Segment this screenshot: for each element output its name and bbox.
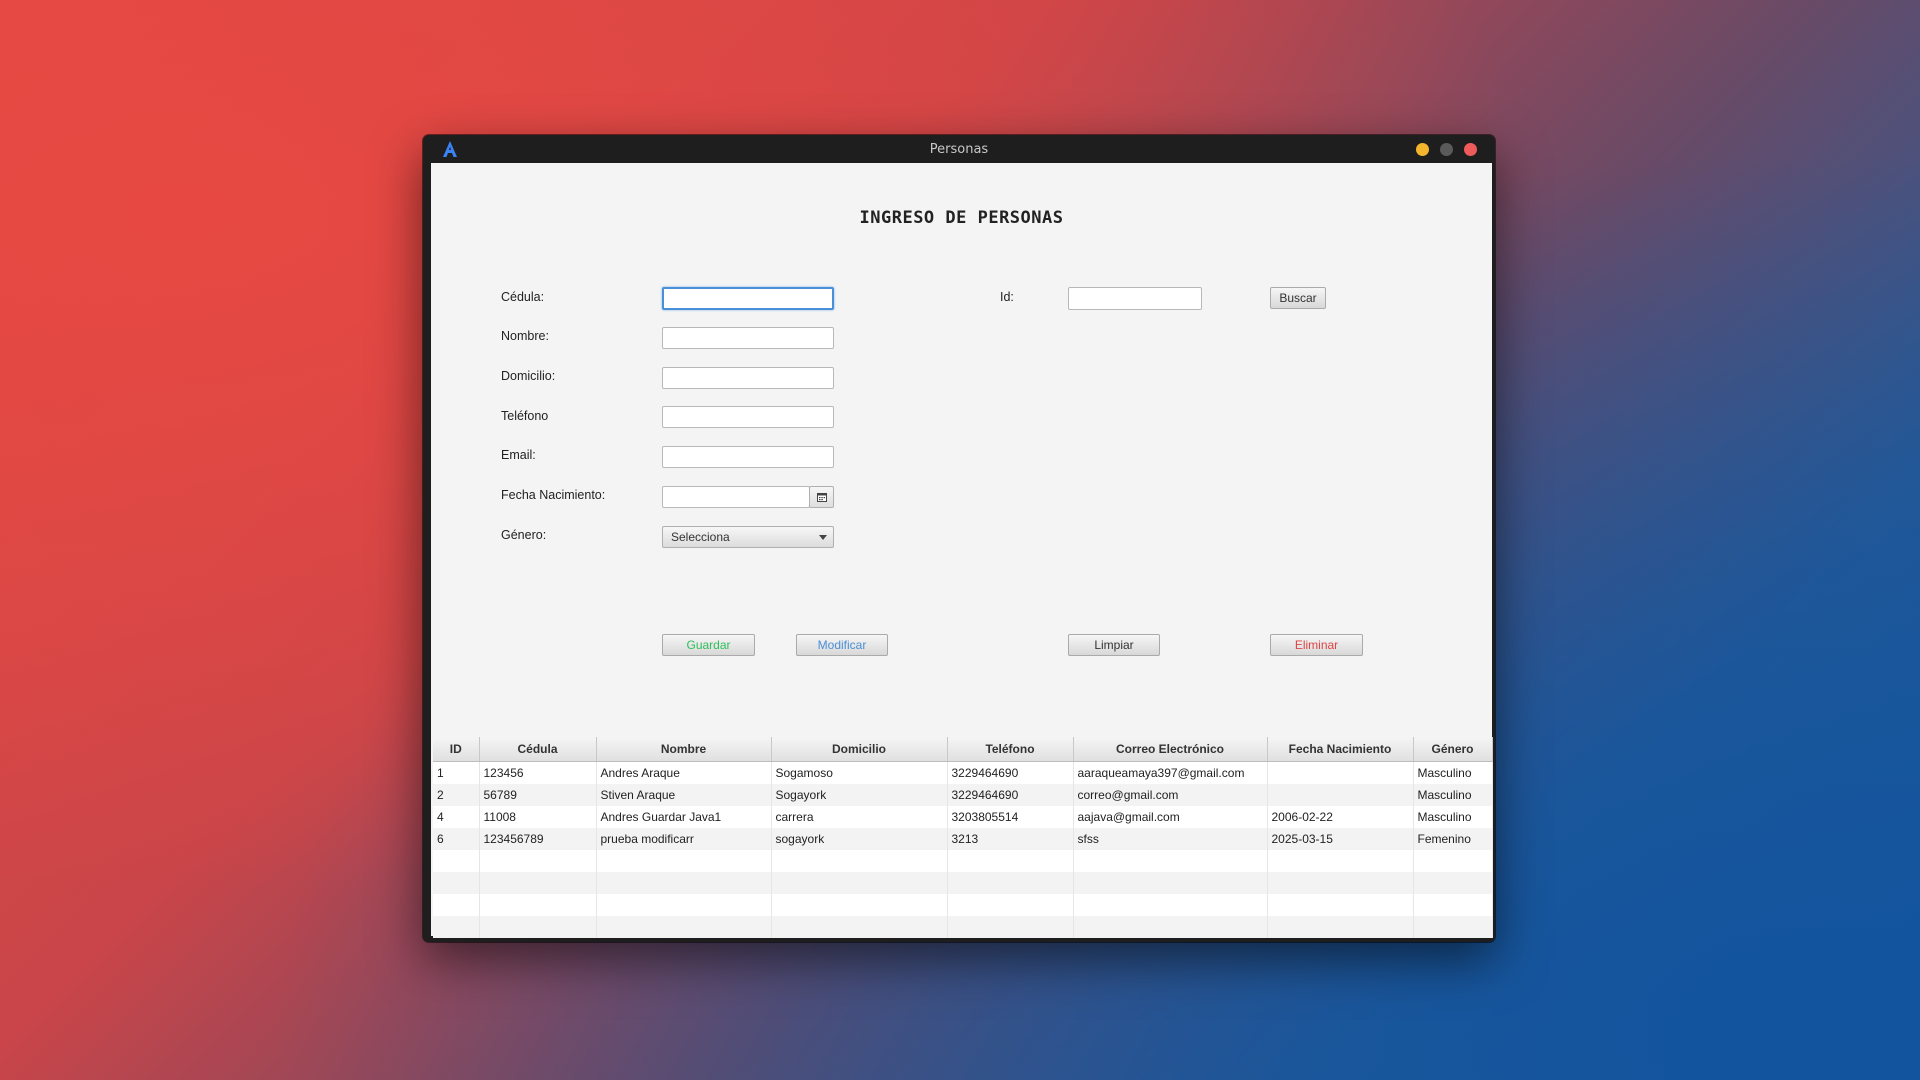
table-cell: 11008 <box>479 806 597 828</box>
maximize-button[interactable] <box>1440 143 1453 156</box>
window-title: Personas <box>929 141 989 157</box>
table-cell <box>1267 761 1414 784</box>
calendar-icon <box>816 492 827 502</box>
close-button[interactable] <box>1464 143 1477 156</box>
table-cell: Andres Araque <box>596 761 772 784</box>
table-cell: 3229464690 <box>947 761 1074 784</box>
id-input[interactable] <box>1068 287 1202 310</box>
genero-selected-value: Selecciona <box>671 530 730 544</box>
table-cell: 4 <box>433 806 480 828</box>
table-cell: Masculino <box>1413 784 1493 806</box>
fecha-nacimiento-input[interactable] <box>662 486 810 508</box>
table-cell: 6 <box>433 828 480 850</box>
table-cell: Sogayork <box>771 784 948 806</box>
app-window: Personas INGRESO DE PERSONAS Cédula: Nom… <box>423 135 1495 942</box>
genero-label: Género: <box>501 528 547 542</box>
table-cell: 2 <box>433 784 480 806</box>
column-header[interactable]: Teléfono <box>947 737 1074 762</box>
fecha-nacimiento-label: Fecha Nacimiento: <box>501 488 606 502</box>
app-logo-icon <box>443 141 457 157</box>
table-cell: sfss <box>1073 828 1268 850</box>
table-cell: 2006-02-22 <box>1267 806 1414 828</box>
minimize-button[interactable] <box>1416 143 1429 156</box>
limpiar-button[interactable]: Limpiar <box>1068 634 1160 656</box>
cedula-label: Cédula: <box>501 290 545 304</box>
table-cell: 3203805514 <box>947 806 1074 828</box>
column-header[interactable]: Domicilio <box>771 737 948 762</box>
table-row[interactable]: 2 56789 Stiven Araque Sogayork 322946469… <box>433 784 1493 806</box>
eliminar-button[interactable]: Eliminar <box>1270 634 1363 656</box>
column-header[interactable]: Género <box>1413 737 1493 762</box>
table-cell: Stiven Araque <box>596 784 772 806</box>
table-cell: Sogamoso <box>771 761 948 784</box>
telefono-label: Teléfono <box>501 409 549 423</box>
table-cell: sogayork <box>771 828 948 850</box>
nombre-input[interactable] <box>662 327 834 349</box>
table-row[interactable]: 4 11008 Andres Guardar Java1 carrera 320… <box>433 806 1493 828</box>
window-controls <box>1416 143 1477 156</box>
table-cell: Masculino <box>1413 761 1493 784</box>
table-row-empty <box>433 872 1493 894</box>
genero-select[interactable]: Selecciona <box>662 526 834 548</box>
column-header[interactable]: ID <box>433 737 480 762</box>
domicilio-input[interactable] <box>662 367 834 389</box>
table-cell: Masculino <box>1413 806 1493 828</box>
column-header[interactable]: Nombre <box>596 737 772 762</box>
table-cell: prueba modificarr <box>596 828 772 850</box>
table-header-row: ID Cédula Nombre Domicilio Teléfono Corr… <box>433 737 1493 762</box>
form-panel: INGRESO DE PERSONAS Cédula: Nombre: Domi… <box>431 163 1493 938</box>
table-cell: aaraqueamaya397@gmail.com <box>1073 761 1268 784</box>
id-label: Id: <box>1000 290 1014 304</box>
domicilio-label: Domicilio: <box>501 369 556 383</box>
table-cell: 3213 <box>947 828 1074 850</box>
title-bar[interactable]: Personas <box>423 135 1495 163</box>
column-header[interactable]: Fecha Nacimiento <box>1267 737 1414 762</box>
table-cell: 3229464690 <box>947 784 1074 806</box>
column-header[interactable]: Correo Electrónico <box>1073 737 1268 762</box>
page-title: INGRESO DE PERSONAS <box>859 208 1064 228</box>
table-row-empty <box>433 894 1493 916</box>
table-cell <box>1267 784 1414 806</box>
table-cell: aajava@gmail.com <box>1073 806 1268 828</box>
modificar-button[interactable]: Modificar <box>796 634 888 656</box>
table-row-empty <box>433 916 1493 938</box>
cedula-input[interactable] <box>662 287 834 310</box>
guardar-button[interactable]: Guardar <box>662 634 755 656</box>
table-cell: 123456 <box>479 761 597 784</box>
table-cell: Andres Guardar Java1 <box>596 806 772 828</box>
table-cell: 1 <box>433 761 480 784</box>
table-row[interactable]: 1 123456 Andres Araque Sogamoso 32294646… <box>433 761 1493 784</box>
column-header[interactable]: Cédula <box>479 737 597 762</box>
table-cell: 2025-03-15 <box>1267 828 1414 850</box>
table-cell: carrera <box>771 806 948 828</box>
table-cell: correo@gmail.com <box>1073 784 1268 806</box>
telefono-input[interactable] <box>662 406 834 428</box>
nombre-label: Nombre: <box>501 329 549 343</box>
personas-table[interactable]: ID Cédula Nombre Domicilio Teléfono Corr… <box>433 737 1493 938</box>
table-row-empty <box>433 850 1493 872</box>
chevron-down-icon <box>819 535 827 540</box>
table-cell: 56789 <box>479 784 597 806</box>
email-input[interactable] <box>662 446 834 468</box>
table-cell: 123456789 <box>479 828 597 850</box>
email-label: Email: <box>501 448 536 462</box>
date-picker-button[interactable] <box>809 486 834 508</box>
table-row[interactable]: 6 123456789 prueba modificarr sogayork 3… <box>433 828 1493 850</box>
buscar-button[interactable]: Buscar <box>1270 287 1326 309</box>
table-cell: Femenino <box>1413 828 1493 850</box>
